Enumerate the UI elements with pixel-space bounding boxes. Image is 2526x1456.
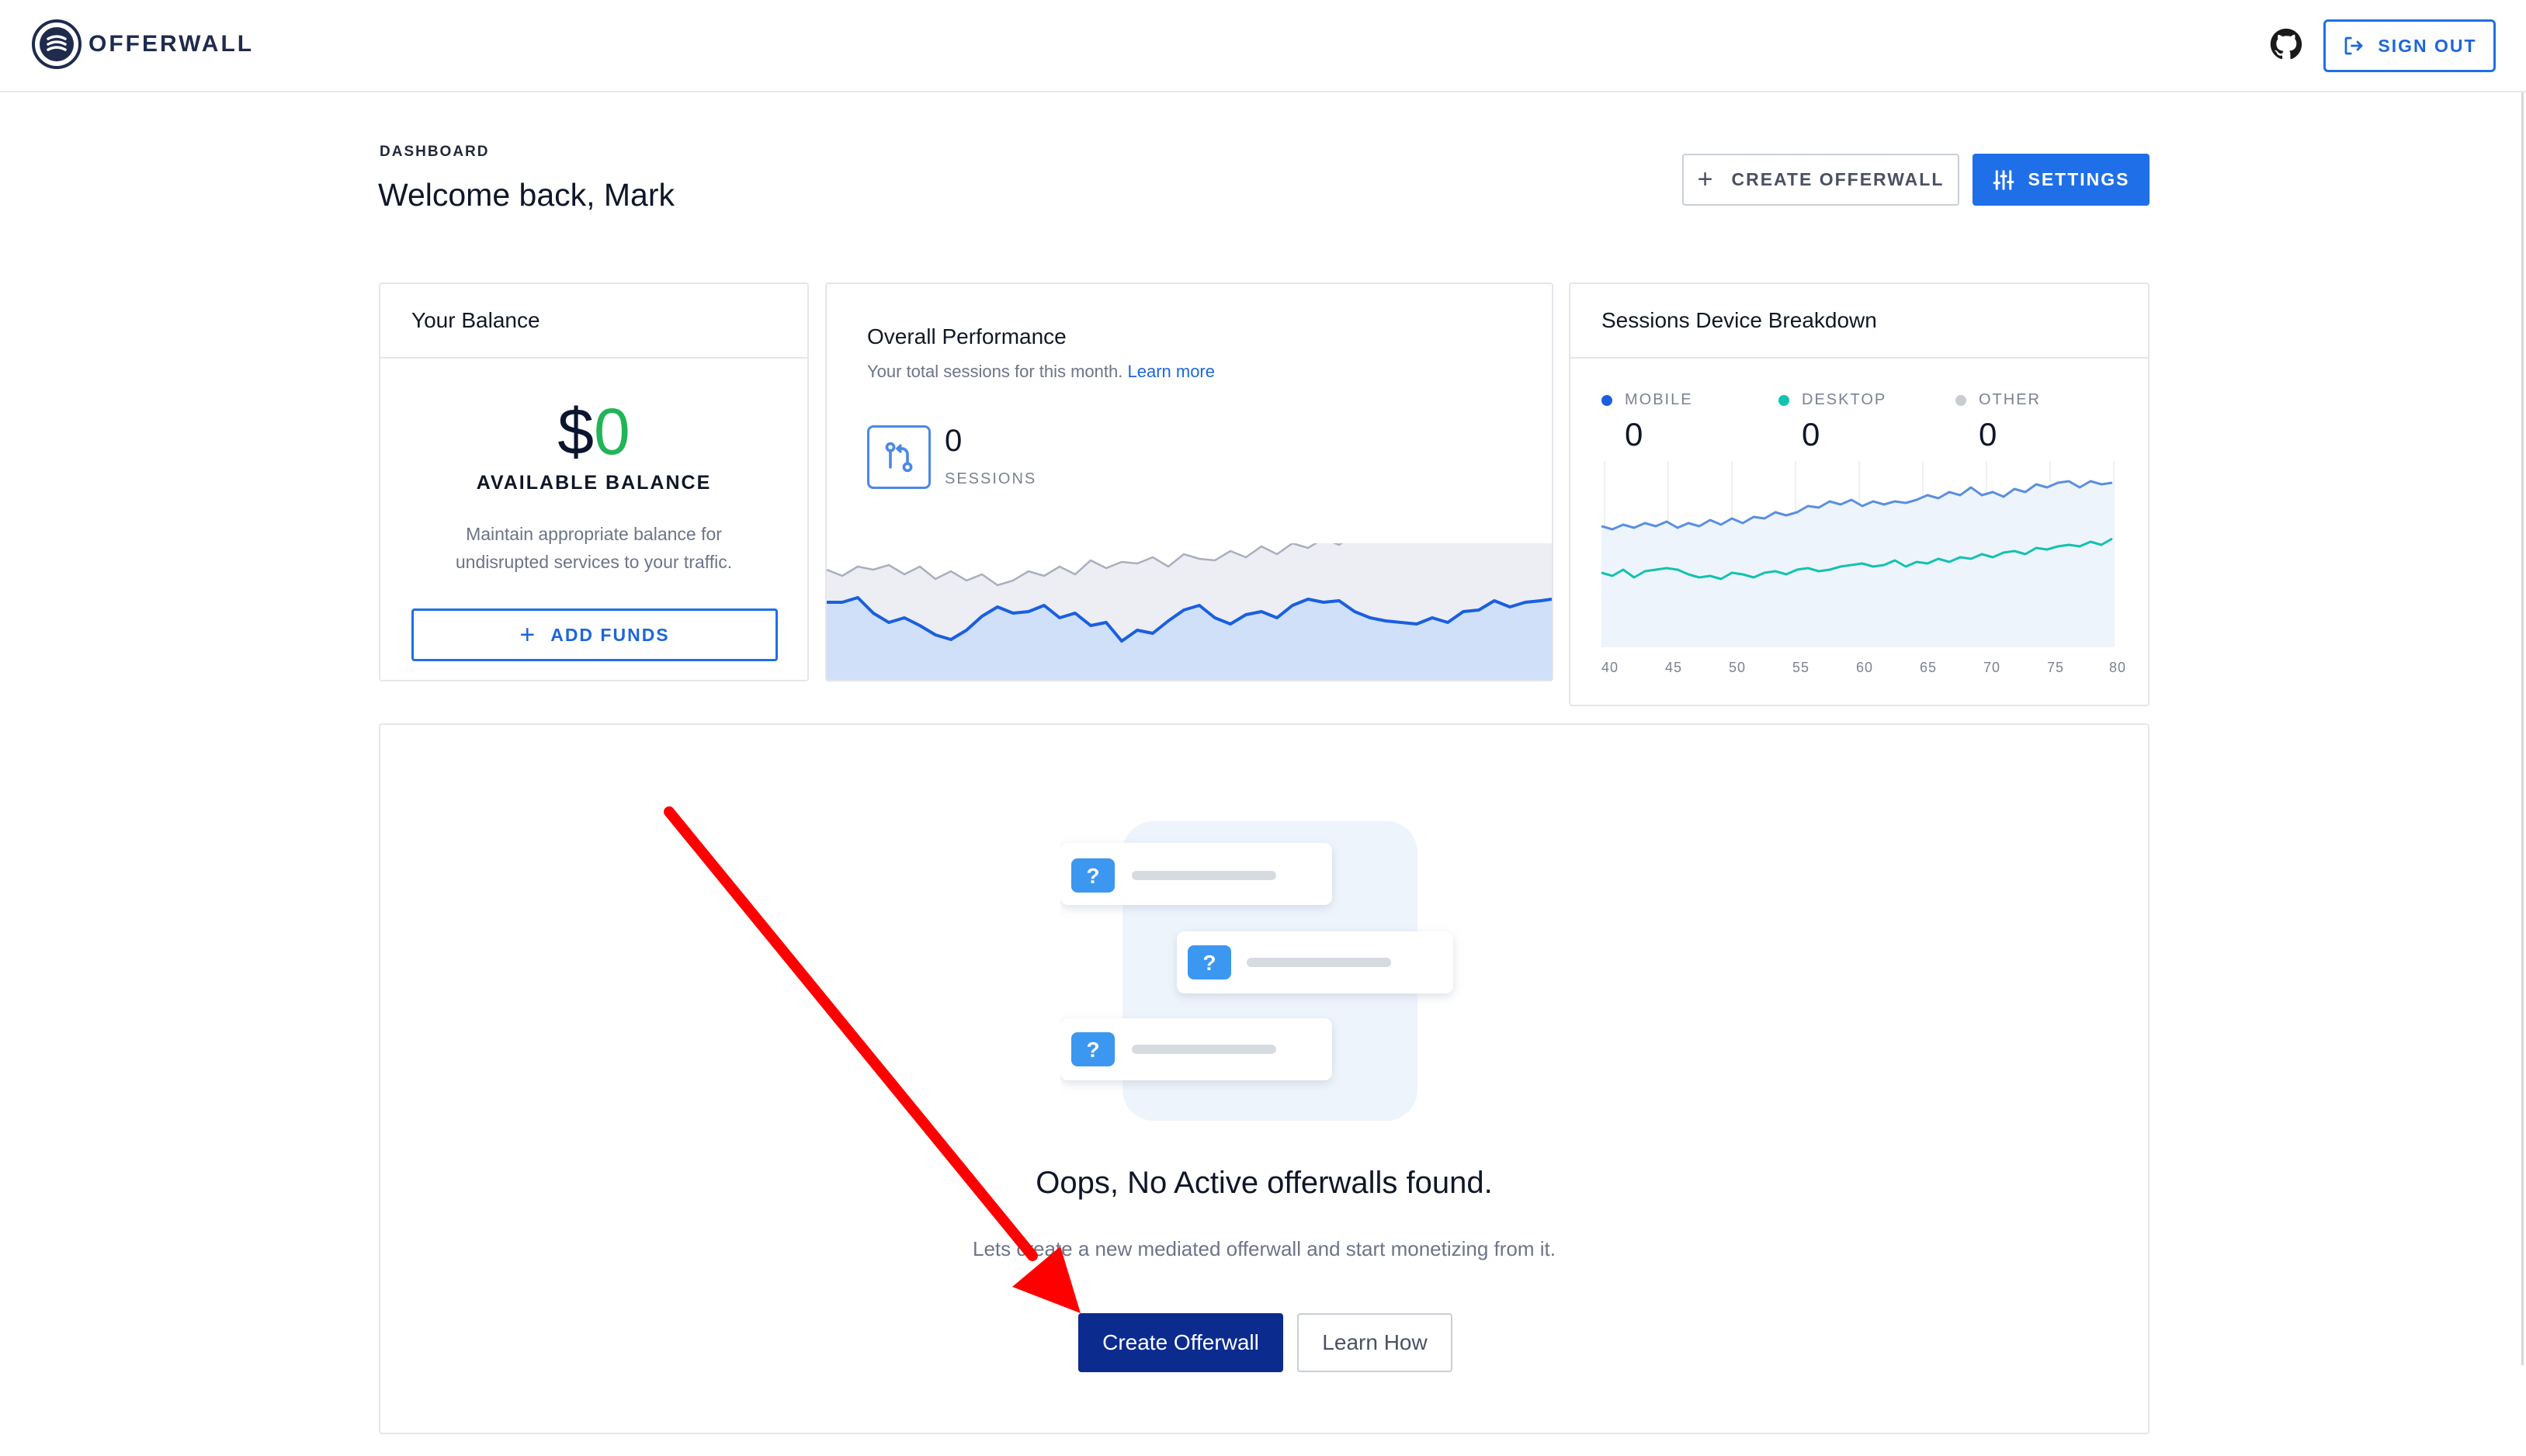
learn-how-button[interactable]: Learn How <box>1297 1313 1452 1372</box>
performance-subtitle: Your total sessions for this month. Lear… <box>867 362 1215 382</box>
desktop-value: 0 <box>1802 416 1820 452</box>
learn-more-link[interactable]: Learn more <box>1127 362 1215 381</box>
other-value: 0 <box>1979 416 1997 452</box>
balance-card-title: Your Balance <box>380 284 807 359</box>
top-bar: OFFERWALL SIGN OUT <box>0 0 2526 92</box>
breadcrumb: DASHBOARD <box>380 144 490 160</box>
legend-dot <box>1955 394 1966 406</box>
legend-dot <box>1601 394 1612 406</box>
create-offerwall-header-button[interactable]: + CREATE OFFERWALL <box>1682 154 1959 206</box>
legend-dot <box>1778 394 1789 406</box>
brand-logo[interactable]: OFFERWALL <box>31 19 254 70</box>
sessions-label: SESSIONS <box>945 470 1037 487</box>
x-tick: 80 <box>2109 660 2127 675</box>
legend-other[interactable]: OTHER <box>1955 391 2041 409</box>
plus-icon: + <box>1697 165 1715 194</box>
question-icon: ? <box>1086 1038 1099 1062</box>
balance-description: Maintain appropriate balance for undisru… <box>455 524 733 572</box>
balance-value: 0 <box>594 395 630 468</box>
performance-subtitle-text: Your total sessions for this month. <box>867 362 1123 381</box>
question-icon: ? <box>1202 951 1216 975</box>
overall-performance-card: Overall Performance Your total sessions … <box>825 283 1553 681</box>
legend-other-label: OTHER <box>1979 391 2041 408</box>
sessions-value: 0 <box>945 424 963 458</box>
sessions-device-breakdown-card: Sessions Device Breakdown MOBILE 0 DESKT… <box>1569 283 2150 706</box>
sign-out-button[interactable]: SIGN OUT <box>2323 19 2496 72</box>
page-title: Welcome back, Mark <box>378 177 675 213</box>
empty-state-subtitle: Lets create a new mediated offerwall and… <box>972 1237 1556 1260</box>
x-tick: 75 <box>2047 660 2065 675</box>
scrollbar-track[interactable] <box>2521 92 2524 1365</box>
add-funds-button[interactable]: + ADD FUNDS <box>411 608 778 661</box>
device-breakdown-chart <box>1601 461 2115 647</box>
balance-card: Your Balance $0 AVAILABLE BALANCE Mainta… <box>379 283 809 681</box>
settings-button[interactable]: SETTINGS <box>1973 154 2150 206</box>
plus-icon: + <box>519 619 537 650</box>
create-offerwall-label: CREATE OFFERWALL <box>1731 169 1945 189</box>
performance-area-chart <box>827 543 1552 680</box>
currency-symbol: $ <box>557 395 594 468</box>
x-tick: 40 <box>1601 660 1619 675</box>
x-tick: 60 <box>1856 660 1874 675</box>
brand-name: OFFERWALL <box>88 31 255 57</box>
x-tick: 45 <box>1665 660 1683 675</box>
sign-out-label: SIGN OUT <box>2378 35 2477 56</box>
empty-state-card: ? ? ? Oops, No Active offerwalls found. … <box>379 723 2150 1434</box>
git-compare-icon <box>885 442 913 473</box>
logout-icon <box>2345 36 2363 55</box>
balance-label: AVAILABLE BALANCE <box>476 472 712 494</box>
create-offerwall-button[interactable]: Create Offerwall <box>1078 1313 1283 1372</box>
x-tick: 50 <box>1729 660 1747 675</box>
settings-label: SETTINGS <box>2028 169 2130 189</box>
sessions-icon-box <box>867 425 931 489</box>
mobile-value: 0 <box>1625 416 1643 452</box>
add-funds-label: ADD FUNDS <box>550 624 670 645</box>
empty-state-title: Oops, No Active offerwalls found. <box>1036 1166 1493 1200</box>
x-tick: 65 <box>1920 660 1938 675</box>
legend-mobile[interactable]: MOBILE <box>1601 391 1693 409</box>
legend-desktop[interactable]: DESKTOP <box>1778 391 1886 409</box>
legend-desktop-label: DESKTOP <box>1802 391 1887 408</box>
empty-offerwall-illustration: ? ? ? <box>1060 821 1453 1121</box>
sliders-icon <box>1993 169 2014 190</box>
x-tick: 70 <box>1983 660 2001 675</box>
github-icon[interactable] <box>2270 28 2302 61</box>
x-tick: 55 <box>1792 660 1810 675</box>
devices-card-title: Sessions Device Breakdown <box>1570 284 2148 359</box>
balance-amount: $0 <box>380 399 807 464</box>
legend-mobile-label: MOBILE <box>1625 391 1693 408</box>
offerwall-logo-icon <box>32 19 82 69</box>
question-icon: ? <box>1086 864 1099 888</box>
performance-title: Overall Performance <box>867 324 1067 348</box>
